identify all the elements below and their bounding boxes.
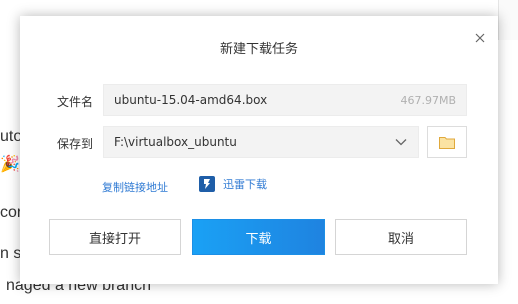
new-download-dialog: 新建下载任务 文件名 ubuntu-15.04-amd64.box 467.97…: [20, 16, 498, 284]
background-text-line: uto: [0, 128, 23, 145]
party-popper-icon: 🎉: [0, 154, 20, 173]
folder-icon: [439, 136, 455, 149]
close-button[interactable]: [470, 28, 490, 48]
save-to-label: 保存到: [57, 137, 94, 151]
open-directly-button[interactable]: 直接打开: [49, 219, 181, 255]
xunlei-download-label: 迅雷下载: [223, 178, 267, 191]
background-text-line: n s: [0, 245, 22, 262]
save-path-select[interactable]: F:\virtualbox_ubuntu: [103, 126, 419, 158]
filename-label: 文件名: [57, 95, 94, 109]
file-size: 467.97MB: [400, 93, 456, 107]
filename-field[interactable]: ubuntu-15.04-amd64.box 467.97MB: [103, 84, 467, 116]
browse-folder-button[interactable]: [427, 126, 467, 158]
background-scroll-area: [498, 0, 518, 40]
close-icon: [475, 33, 485, 43]
xunlei-icon: [199, 176, 215, 192]
save-path-value: F:\virtualbox_ubuntu: [114, 135, 237, 149]
chevron-down-icon[interactable]: [394, 135, 408, 149]
filename-value: ubuntu-15.04-amd64.box: [114, 93, 268, 107]
copy-link-button[interactable]: 复制链接地址: [102, 179, 168, 195]
dialog-title: 新建下载任务: [219, 42, 298, 57]
download-button[interactable]: 下载: [192, 219, 325, 255]
background-text-line: cor: [0, 204, 23, 221]
cancel-button[interactable]: 取消: [335, 219, 467, 255]
xunlei-download-link[interactable]: 迅雷下载: [199, 176, 267, 192]
